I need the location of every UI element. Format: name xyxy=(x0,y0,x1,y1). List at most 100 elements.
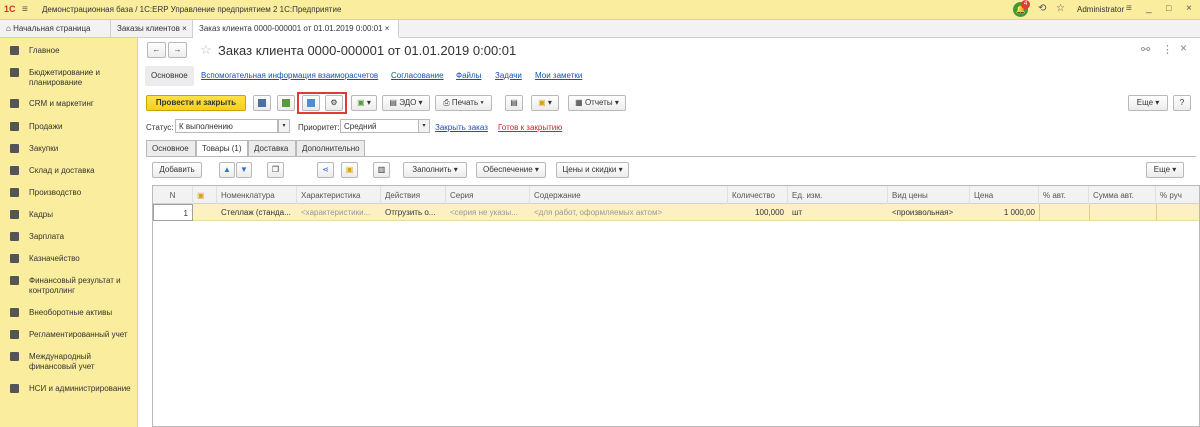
cell-characteristic[interactable]: <характеристики... xyxy=(297,204,381,221)
tab-settlements[interactable]: Вспомогательная информация взаиморасчето… xyxy=(201,71,378,80)
tab-main[interactable]: Основное xyxy=(145,66,194,86)
col-unit[interactable]: Ед. изм. xyxy=(788,186,888,204)
sidebar-item-label: Кадры xyxy=(29,210,53,219)
forward-button[interactable]: → xyxy=(168,42,187,58)
ready-to-close-link[interactable]: Готов к закрытию xyxy=(498,123,562,132)
move-up-button[interactable]: ▲ xyxy=(219,162,235,178)
col-auto-sum[interactable]: Сумма авт. xyxy=(1089,186,1156,204)
tab-current[interactable]: Заказ клиента 0000-000001 от 01.01.2019 … xyxy=(193,20,399,38)
priority-dropdown-icon[interactable]: ▾ xyxy=(418,119,430,133)
selection-icon: ▣ xyxy=(345,165,354,174)
post-and-close-button[interactable]: Провести и закрыть xyxy=(146,95,246,111)
cell-price[interactable]: 1 000,00 xyxy=(970,204,1039,221)
cell-price-type[interactable]: <произвольная> xyxy=(888,204,970,221)
tab-notes[interactable]: Мои заметки xyxy=(535,71,582,80)
cell-unit[interactable]: шт xyxy=(788,204,888,221)
favorites-icon[interactable]: ☆ xyxy=(1056,3,1065,14)
more-button[interactable]: Еще ▾ xyxy=(1128,95,1168,111)
inner-tab-extra[interactable]: Дополнительно xyxy=(296,140,365,156)
copy-button[interactable]: ❐ xyxy=(267,162,284,178)
person-icon xyxy=(10,210,19,219)
history-icon[interactable]: ⟲ xyxy=(1038,3,1046,14)
col-characteristic[interactable]: Характеристика xyxy=(297,186,381,204)
app-logo: 1С xyxy=(4,4,16,14)
settings-icon[interactable]: ≡ xyxy=(1126,3,1132,14)
fill-button[interactable]: Заполнить ▾ xyxy=(403,162,467,178)
save-button[interactable] xyxy=(253,95,271,111)
close-icon[interactable]: × xyxy=(1180,41,1187,55)
more-icon[interactable]: ⋮ xyxy=(1162,43,1173,56)
cell-item[interactable]: Стеллаж (станда... xyxy=(217,204,297,221)
minimize-icon[interactable]: _ xyxy=(1146,3,1152,14)
documents-button[interactable]: ▣ ▾ xyxy=(531,95,559,111)
inner-tab-goods[interactable]: Товары (1) xyxy=(196,140,248,157)
col-item[interactable]: Номенклатура xyxy=(217,186,297,204)
barcode-button[interactable]: ▥ xyxy=(373,162,390,178)
edo-button[interactable]: ▤ ЭДО ▾ xyxy=(382,95,430,111)
cell-quantity[interactable]: 100,000 xyxy=(728,204,788,221)
app-title: Демонстрационная база / 1С:ERP Управлени… xyxy=(42,5,342,14)
col-auto-percent[interactable]: % авт. xyxy=(1039,186,1089,204)
col-price[interactable]: Цена xyxy=(970,186,1039,204)
inner-tab-delivery[interactable]: Доставка xyxy=(248,140,296,156)
inner-tab-main[interactable]: Основное xyxy=(146,140,196,156)
cell-n[interactable]: 1 xyxy=(153,204,193,221)
tab-files[interactable]: Файлы xyxy=(456,71,481,80)
maximize-icon[interactable]: □ xyxy=(1166,3,1171,13)
user-name[interactable]: Administrator xyxy=(1077,5,1124,14)
sidebar-item-label: Главное xyxy=(29,46,60,55)
grid-more-button[interactable]: Еще ▾ xyxy=(1146,162,1184,178)
help-button[interactable]: ? xyxy=(1173,95,1191,111)
settings-button[interactable]: ⚙ xyxy=(325,95,343,111)
move-down-button[interactable]: ▼ xyxy=(236,162,252,178)
link-icon[interactable]: ⚯ xyxy=(1141,43,1150,56)
col-price-type[interactable]: Вид цены xyxy=(888,186,970,204)
create-based-button[interactable]: ▣ ▾ xyxy=(351,95,377,111)
priority-field[interactable]: Средний xyxy=(340,119,419,133)
tab-approvals[interactable]: Согласование xyxy=(391,71,444,80)
close-icon[interactable]: × xyxy=(182,24,187,33)
split-button[interactable]: ⋖ xyxy=(317,162,334,178)
structure-button[interactable] xyxy=(302,95,320,111)
col-content[interactable]: Содержание xyxy=(530,186,728,204)
cell-auto-percent[interactable] xyxy=(1039,204,1089,221)
cell-auto-sum[interactable] xyxy=(1089,204,1156,221)
print-label: Печать xyxy=(451,98,479,107)
close-window-icon[interactable]: × xyxy=(1186,3,1192,14)
status-field[interactable]: К выполнению xyxy=(175,119,278,133)
close-icon[interactable]: × xyxy=(385,24,390,33)
close-order-link[interactable]: Закрыть заказ xyxy=(435,123,488,132)
salary-icon xyxy=(10,232,19,241)
table-row[interactable]: 1 Стеллаж (станда... <характеристики... … xyxy=(153,204,1199,221)
selection-button[interactable]: ▣ xyxy=(341,162,358,178)
back-button[interactable]: ← xyxy=(147,42,166,58)
sidebar-item-label: Продажи xyxy=(29,122,63,131)
status-dropdown-icon[interactable]: ▾ xyxy=(278,119,290,133)
add-button[interactable]: Добавить xyxy=(152,162,202,178)
post-button[interactable] xyxy=(277,95,295,111)
cell-action[interactable]: Отгрузить о... xyxy=(381,204,446,221)
col-series[interactable]: Серия xyxy=(446,186,530,204)
grid-more-label: Еще xyxy=(1153,165,1171,174)
col-icon[interactable]: ▣ xyxy=(193,186,217,204)
cell-series[interactable]: <серия не указы... xyxy=(446,204,530,221)
sidebar-item-label: Казначейство xyxy=(29,254,80,263)
reports-button[interactable]: ▦ Отчеты ▾ xyxy=(568,95,626,111)
col-n[interactable]: N xyxy=(153,186,193,204)
sidebar-item-label: Склад и доставка xyxy=(29,166,95,175)
tab-orders[interactable]: Заказы клиентов × xyxy=(111,20,193,38)
print-button[interactable]: ⎙ Печать ▾ xyxy=(435,95,492,111)
menu-icon[interactable]: ≡ xyxy=(22,4,28,15)
provision-button[interactable]: Обеспечение ▾ xyxy=(476,162,546,178)
col-manual-percent[interactable]: % руч xyxy=(1156,186,1199,204)
col-quantity[interactable]: Количество xyxy=(728,186,788,204)
cell-manual-percent[interactable] xyxy=(1156,204,1199,221)
tab-tasks[interactable]: Задачи xyxy=(495,71,522,80)
table-header: N ▣ Номенклатура Характеристика Действия… xyxy=(153,186,1199,204)
tab-home[interactable]: ⌂ Начальная страница xyxy=(0,20,111,38)
prices-button[interactable]: Цены и скидки ▾ xyxy=(556,162,629,178)
col-actions[interactable]: Действия xyxy=(381,186,446,204)
cell-content[interactable]: <для работ, оформляемых актом> xyxy=(530,204,728,221)
favorite-star-icon[interactable]: ☆ xyxy=(200,42,212,58)
list-button[interactable]: ▤ xyxy=(505,95,523,111)
